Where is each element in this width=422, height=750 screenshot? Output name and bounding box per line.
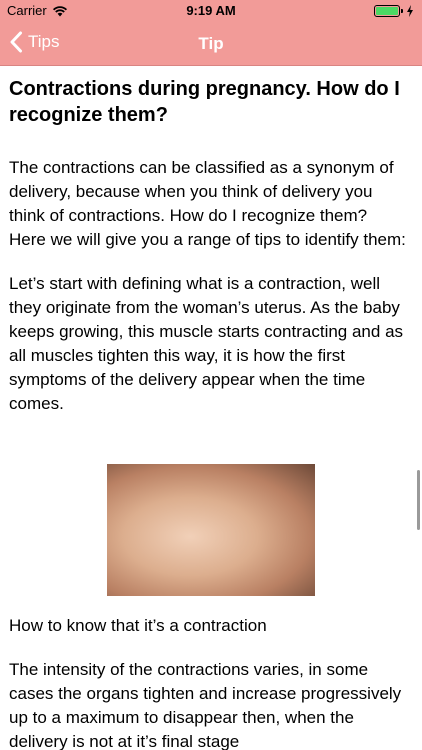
battery-tip xyxy=(401,9,403,13)
pregnant-belly-image xyxy=(107,464,315,596)
article-title: Contractions during pregnancy. How do I … xyxy=(9,78,400,126)
article-subheading: How to know that it’s a contraction xyxy=(9,616,267,635)
article-paragraph-2: Let’s start with defining what is a cont… xyxy=(9,274,404,413)
charging-bolt-icon xyxy=(407,5,413,17)
article-content: Contractions during pregnancy. How do I … xyxy=(9,72,407,750)
status-right xyxy=(374,5,414,17)
status-bar: Carrier 9:19 AM xyxy=(0,0,422,22)
scroll-indicator[interactable] xyxy=(417,470,420,530)
battery-icon xyxy=(374,5,403,17)
article-paragraph-1: The contractions can be classified as a … xyxy=(9,158,406,249)
navigation-bar: Tips Tip xyxy=(0,22,422,66)
article-paragraph-3: The intensity of the contractions varies… xyxy=(9,660,402,750)
status-time: 9:19 AM xyxy=(186,3,236,18)
nav-title: Tip xyxy=(198,34,224,53)
battery-level xyxy=(376,7,398,15)
